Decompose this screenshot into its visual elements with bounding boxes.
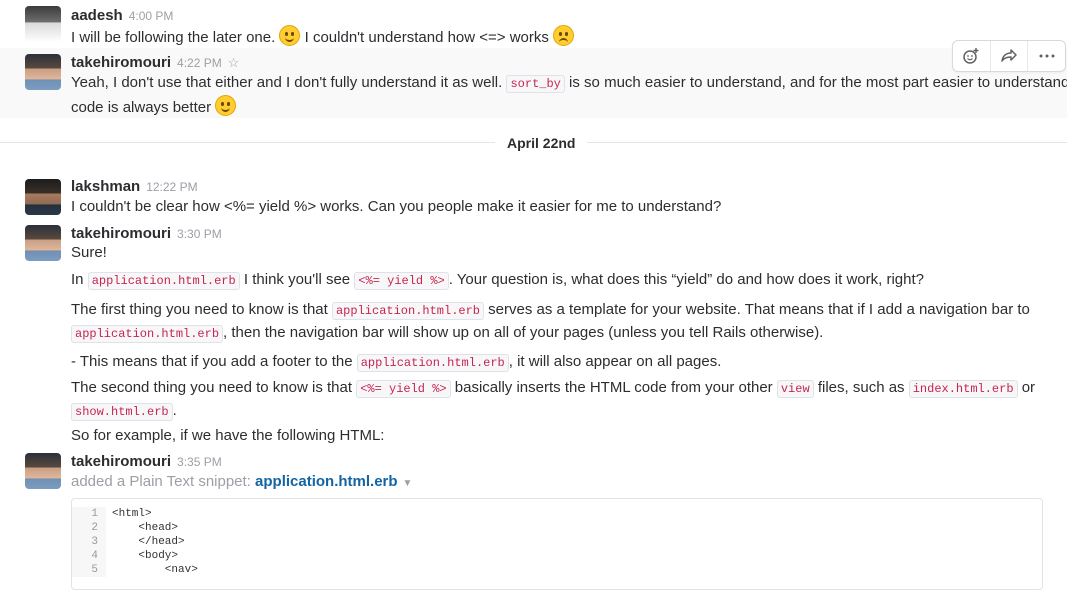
message-text: Yeah, I don't use that either and I don'…: [71, 74, 1067, 116]
star-icon[interactable]: ☆: [228, 55, 240, 70]
add-reaction-icon[interactable]: [953, 41, 991, 71]
message-takehiromouri: takehiromouri 4:22 PM ☆ Yeah, I don't use …: [0, 48, 1067, 118]
line-code: <body>: [112, 550, 179, 562]
message-lakshman: lakshman 12:22 PM I couldn't be clear how…: [0, 172, 1067, 222]
code-snippet[interactable]: 1 <html> 2 <head> 3 </head> 4 <body> 5 <n…: [71, 498, 1043, 590]
message-aadesh: aadesh 4:00 PM I will be following the la…: [0, 0, 1067, 48]
message-takehiromouri: takehiromouri 3:30 PM Sure! In applicatio…: [0, 222, 1067, 447]
message-text: I will be following the later one. I cou…: [71, 25, 575, 49]
line-code: <nav>: [112, 564, 198, 576]
message-paragraph: Sure!: [71, 244, 107, 261]
avatar[interactable]: [25, 453, 61, 489]
inline-code: sort_by: [506, 75, 565, 93]
avatar[interactable]: [25, 6, 61, 42]
message-header: takehiromouri 4:22 PM ☆: [71, 53, 239, 73]
author-name[interactable]: takehiromouri: [71, 54, 171, 71]
inline-code: <%= yield %>: [356, 380, 451, 398]
line-code: </head>: [112, 536, 185, 548]
inline-code: application.html.erb: [71, 325, 224, 343]
code-line: 5 <nav>: [72, 563, 1042, 577]
inline-code: <%= yield %>: [354, 272, 449, 290]
inline-code: application.html.erb: [356, 354, 509, 372]
message-paragraph: In application.html.erb I think you'll s…: [71, 271, 925, 290]
day-divider-label[interactable]: April 22nd: [495, 132, 588, 154]
line-number: 3: [72, 535, 106, 549]
disappointed-emoji-icon: [553, 25, 575, 46]
message-paragraph: The second thing you need to know is tha…: [71, 379, 1036, 421]
message-paragraph: - This means that if you add a footer to…: [71, 353, 722, 372]
author-name[interactable]: lakshman: [71, 178, 140, 195]
inline-code: view: [776, 380, 814, 398]
inline-code: show.html.erb: [71, 403, 173, 421]
message-header: lakshman 12:22 PM: [71, 177, 198, 197]
message-text: I couldn't be clear how <%= yield %> wor…: [71, 198, 722, 215]
message-paragraph: So for example, if we have the following…: [71, 427, 385, 444]
line-code: <head>: [112, 522, 179, 534]
share-icon[interactable]: [991, 41, 1029, 71]
line-number: 2: [72, 521, 106, 535]
line-number: 5: [72, 563, 106, 577]
avatar[interactable]: [25, 54, 61, 90]
avatar[interactable]: [25, 225, 61, 261]
message-paragraph: The first thing you need to know is that…: [71, 301, 1030, 343]
line-number: 1: [72, 507, 106, 521]
more-icon[interactable]: [1028, 41, 1065, 71]
inline-code: application.html.erb: [331, 302, 485, 320]
timestamp[interactable]: 3:35 PM: [177, 455, 222, 469]
code-line: 3 </head>: [72, 535, 1042, 549]
author-name[interactable]: takehiromouri: [71, 225, 171, 242]
message-actions: [952, 40, 1066, 72]
line-number: 4: [72, 549, 106, 563]
code-line: 1 <html>: [72, 507, 1042, 521]
message-header: aadesh 4:00 PM: [71, 6, 173, 26]
chevron-down-icon[interactable]: ▼: [403, 478, 413, 489]
author-name[interactable]: takehiromouri: [71, 453, 171, 470]
snippet-file-link[interactable]: application.html.erb: [255, 473, 398, 490]
timestamp[interactable]: 4:00 PM: [129, 9, 174, 23]
snippet-caption: added a Plain Text snippet: application.…: [71, 473, 413, 490]
inline-code: index.html.erb: [908, 380, 1018, 398]
author-name[interactable]: aadesh: [71, 7, 123, 24]
slightly-smiling-emoji-icon: [215, 95, 237, 116]
code-line: 4 <body>: [72, 549, 1042, 563]
timestamp[interactable]: 4:22 PM: [177, 56, 222, 70]
message-header: takehiromouri 3:35 PM: [71, 452, 222, 472]
timestamp[interactable]: 3:30 PM: [177, 227, 222, 241]
code-line: 2 <head>: [72, 521, 1042, 535]
timestamp[interactable]: 12:22 PM: [146, 180, 197, 194]
line-code: <html>: [112, 508, 152, 520]
message-header: takehiromouri 3:30 PM: [71, 224, 222, 244]
slightly-smiling-emoji-icon: [279, 25, 301, 46]
avatar[interactable]: [25, 179, 61, 215]
inline-code: application.html.erb: [87, 272, 240, 290]
